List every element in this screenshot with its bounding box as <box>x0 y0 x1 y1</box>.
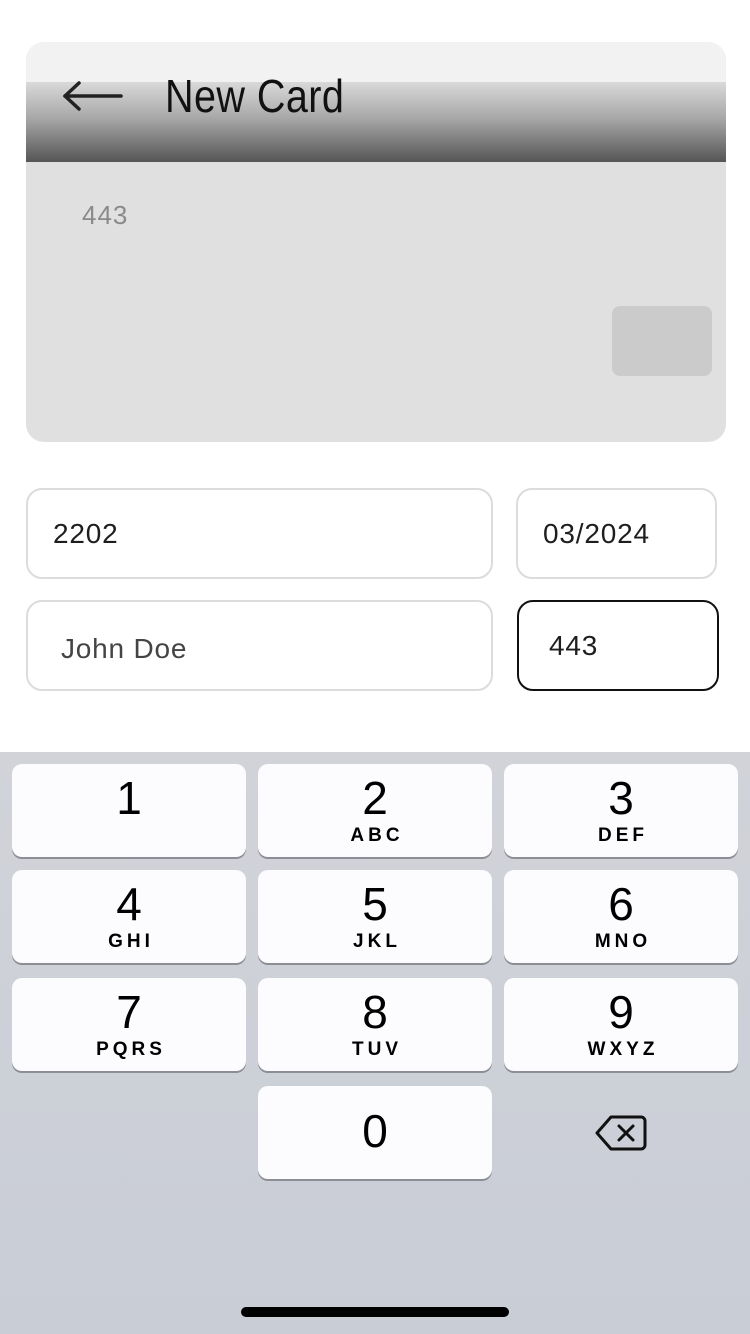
backspace-button[interactable] <box>504 1086 738 1179</box>
key-9[interactable]: 9 WXYZ <box>504 978 738 1071</box>
key-3[interactable]: 3 DEF <box>504 764 738 857</box>
new-card-screen: New Card 443 2202 03/2024 John Doe 443 1… <box>0 0 750 1334</box>
card-top-strip <box>26 42 726 82</box>
key-7[interactable]: 7 PQRS <box>12 978 246 1071</box>
key-digit: 7 <box>116 986 142 1038</box>
card-number-value: 2202 <box>53 517 119 549</box>
cvv-field[interactable]: 443 <box>517 600 719 691</box>
key-letters: TUV <box>352 1039 402 1060</box>
key-5[interactable]: 5 JKL <box>258 870 492 963</box>
key-digit: 0 <box>362 1105 388 1157</box>
key-letters: DEF <box>598 825 648 846</box>
key-2[interactable]: 2 ABC <box>258 764 492 857</box>
backspace-icon <box>595 1115 647 1150</box>
key-digit: 2 <box>362 772 388 824</box>
key-digit: 1 <box>116 772 142 824</box>
key-digit: 8 <box>362 986 388 1038</box>
key-digit: 9 <box>608 986 634 1038</box>
key-letters: WXYZ <box>587 1039 659 1060</box>
card-preview-cvv: 443 <box>82 200 129 230</box>
key-0[interactable]: 0 <box>258 1086 492 1179</box>
cardholder-name-field[interactable]: John Doe <box>26 600 493 691</box>
home-indicator <box>241 1307 509 1317</box>
back-button[interactable] <box>62 70 124 122</box>
key-digit: 3 <box>608 772 634 824</box>
key-1[interactable]: 1 <box>12 764 246 857</box>
key-letters: GHI <box>108 931 154 952</box>
key-digit: 6 <box>608 878 634 930</box>
key-letters: ABC <box>350 825 404 846</box>
key-letters: MNO <box>594 931 652 952</box>
key-8[interactable]: 8 TUV <box>258 978 492 1071</box>
arrow-left-icon <box>63 81 123 111</box>
key-digit: 4 <box>116 878 142 930</box>
card-preview: New Card 443 <box>26 42 726 442</box>
key-letters: JKL <box>353 931 401 952</box>
card-header-band <box>26 82 726 162</box>
key-letters: PQRS <box>96 1039 166 1060</box>
expiry-field[interactable]: 03/2024 <box>516 488 717 579</box>
card-number-field[interactable]: 2202 <box>26 488 493 579</box>
key-6[interactable]: 6 MNO <box>504 870 738 963</box>
cardholder-name-value: John Doe <box>61 632 188 664</box>
key-digit: 5 <box>362 878 388 930</box>
page-title: New Card <box>165 70 345 122</box>
card-chip <box>612 306 712 376</box>
cvv-value: 443 <box>549 629 599 661</box>
expiry-value: 03/2024 <box>543 517 650 549</box>
numeric-keyboard: 1 2 ABC 3 DEF 4 GHI 5 JKL 6 MNO 7 PQRS 8 <box>0 752 750 1334</box>
key-4[interactable]: 4 GHI <box>12 870 246 963</box>
